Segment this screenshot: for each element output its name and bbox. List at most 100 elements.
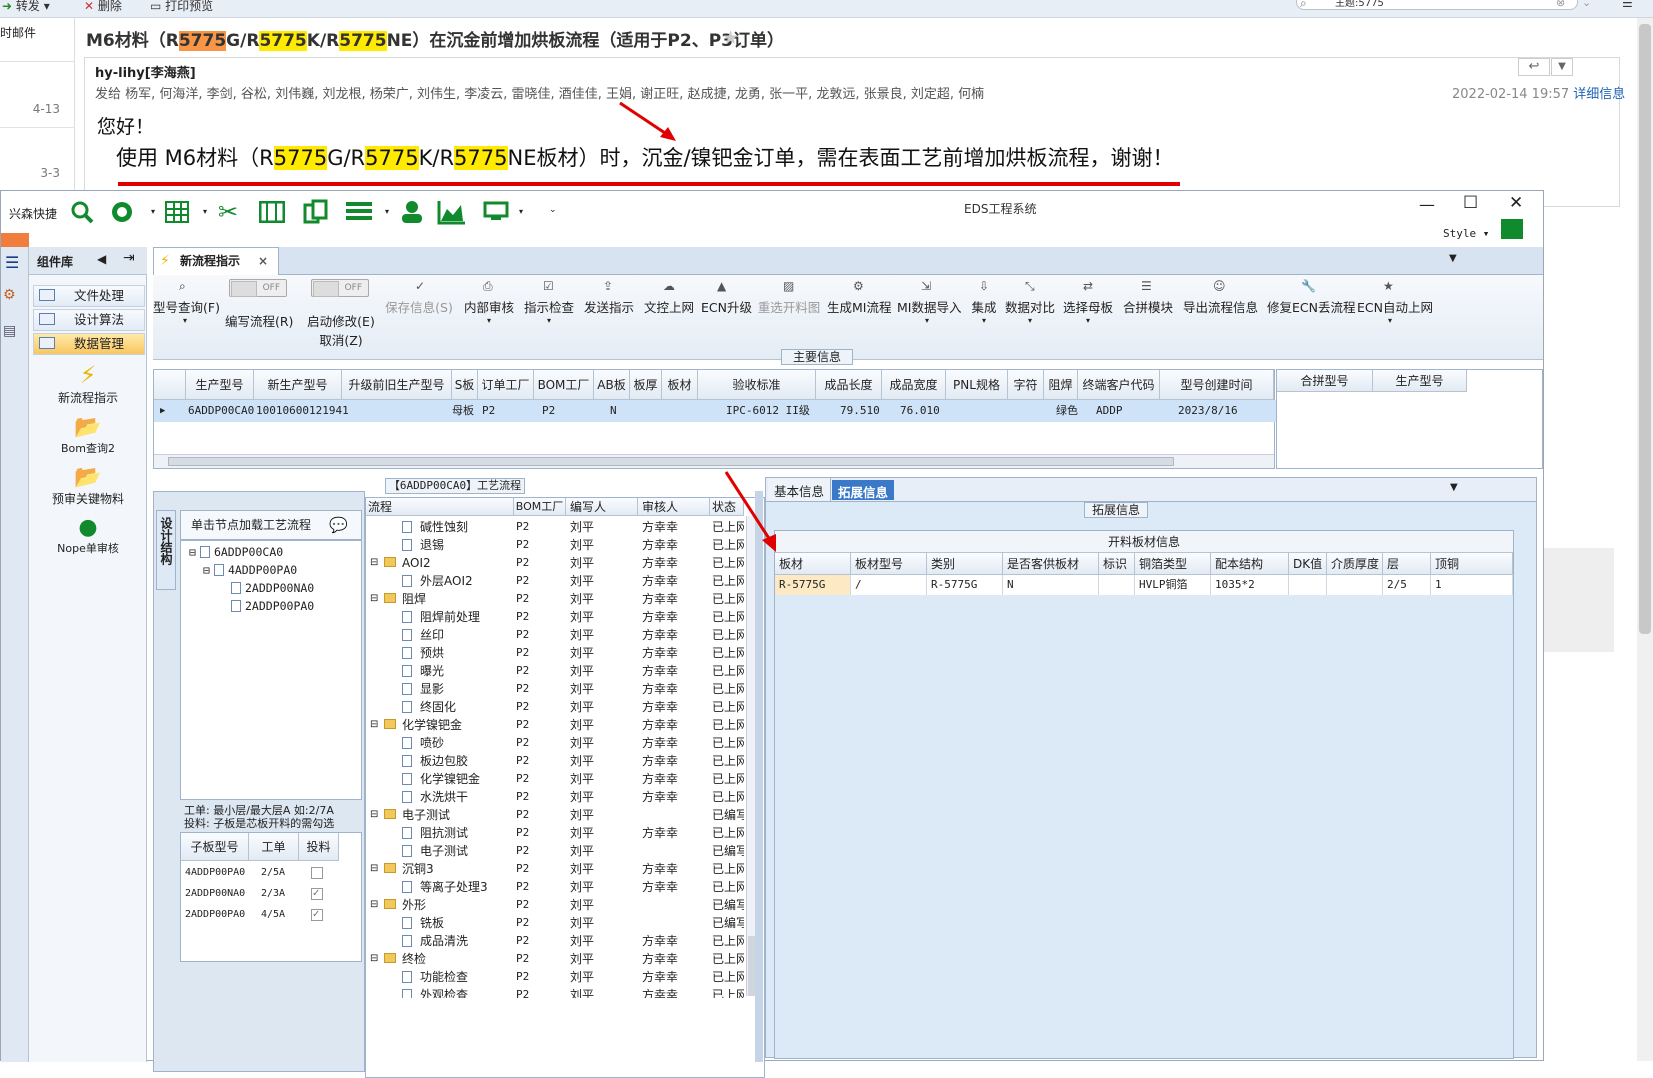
pin-icon[interactable]: ⇥ (123, 250, 135, 266)
table-row[interactable]: 外观检查 P2 刘平 方幸幸 已上网 (366, 986, 746, 998)
reselect-cut-diagram-button[interactable]: ▨ 重选开料图 (757, 279, 821, 316)
cell-solder-mask[interactable]: 绿色 (1054, 400, 1078, 422)
cell-model[interactable]: 2ADDP00PA0 (185, 909, 245, 920)
cell-model[interactable]: 4ADDP00PA0 (185, 867, 245, 878)
style-dropdown[interactable]: Style ▾ (1443, 227, 1489, 240)
cell-material-model[interactable]: / (851, 575, 927, 595)
table-row[interactable]: 曝光 P2 刘平 方幸幸 已上网 (366, 662, 746, 680)
col-header[interactable]: 是否客供板材 (1003, 553, 1099, 575)
tree-node[interactable]: 2ADDP00PA0 (231, 599, 314, 613)
col-header[interactable]: 流程 (366, 498, 514, 516)
feed-checkbox[interactable] (311, 867, 323, 879)
col-header[interactable]: 介质厚度 (1327, 553, 1383, 575)
collapse-icon[interactable]: ⊟ (370, 716, 378, 734)
cell-order[interactable]: 4/5A (261, 909, 285, 920)
forward-button[interactable]: ➜ 转发 ▾ (2, 0, 62, 18)
col-header[interactable]: 层 (1383, 553, 1431, 575)
cell-order-factory[interactable]: P2 (480, 400, 495, 422)
panel-dropdown-icon[interactable]: ▼ (1450, 482, 1458, 493)
col-header[interactable]: 成品长度 (816, 370, 882, 400)
ecn-auto-upload-button[interactable]: ★ ECN自动上网 ▾ (1357, 279, 1433, 325)
col-header[interactable]: 板厚 (630, 370, 662, 400)
table-row[interactable]: ⊟ 化学镍钯金 P2 刘平 方幸幸 已上网 (366, 716, 746, 734)
send-instruction-button[interactable]: ⇪ 发送指示 (583, 279, 635, 316)
col-header[interactable]: 工单 (249, 833, 299, 861)
reply-icon[interactable]: ↩ (1518, 58, 1550, 76)
cell-acceptance[interactable]: IPC-6012 II级 (724, 400, 810, 422)
search-dropdown-icon[interactable]: ⌄ (1582, 0, 1591, 9)
cell-order[interactable]: 2/5A (261, 867, 285, 878)
col-header[interactable]: 验收标准 (698, 370, 816, 400)
table-row[interactable]: 成品清洗 P2 刘平 方幸幸 已上网 (366, 932, 746, 950)
check-instruction-button[interactable]: ☑ 指示检查 ▾ (523, 279, 575, 325)
select-parent-board-button[interactable]: ⇄ 选择母板 ▾ (1063, 279, 1113, 325)
monitor-icon[interactable]: ▤ (3, 323, 16, 339)
feed-checkbox[interactable]: ✓ (311, 888, 323, 900)
table-row[interactable]: 退锡 P2 刘平 方幸幸 已上网 (366, 536, 746, 554)
feed-checkbox[interactable]: ✓ (311, 909, 323, 921)
internal-review-button[interactable]: ⎙ 内部审核 ▾ (463, 279, 515, 325)
col-header[interactable]: 订单工厂 (478, 370, 534, 400)
cell-order[interactable]: 2/3A (261, 888, 285, 899)
tree-node[interactable]: 2ADDP00NA0 (231, 581, 314, 595)
hamburger-icon[interactable]: ☰ (5, 253, 19, 272)
col-header[interactable]: 编写人 (566, 498, 638, 516)
cell-material[interactable]: R-5775G (775, 575, 851, 595)
col-header[interactable]: BOM工厂 (534, 370, 594, 400)
dropdown-icon[interactable]: ▾ (385, 207, 389, 216)
table-row[interactable]: 铣板 P2 刘平 已编写 (366, 914, 746, 932)
col-header[interactable]: 子板型号 (181, 833, 249, 861)
cell-model[interactable]: 2ADDP00NA0 (185, 888, 245, 899)
col-header[interactable]: DK值 (1289, 553, 1327, 575)
cell-model[interactable]: 6ADDP00CA0 (186, 400, 254, 422)
col-header[interactable]: 标识 (1099, 553, 1135, 575)
col-header[interactable]: 投料 (299, 833, 339, 861)
model-query-button[interactable]: ⌕ 型号查询(F) ▾ (153, 279, 220, 325)
grid-layout-icon[interactable] (1501, 219, 1523, 239)
table-row[interactable]: 碱性蚀刻 P2 刘平 方幸幸 已上网 (366, 518, 746, 536)
col-header[interactable]: 审核人 (638, 498, 710, 516)
col-header[interactable]: 阻焊 (1044, 370, 1078, 400)
col-header[interactable]: 板材 (662, 370, 698, 400)
col-header[interactable]: BOM工厂 (514, 498, 566, 516)
tree-node[interactable]: ⊟ 6ADDP00CA0 (189, 545, 283, 559)
cell-new-model[interactable]: 10010600121941 (254, 400, 349, 422)
col-header[interactable]: 铜箔类型 (1135, 553, 1211, 575)
tool-bom-query[interactable]: 📂 Bom查询2 (29, 415, 147, 456)
clear-search-icon[interactable]: ⊗ (1556, 0, 1565, 9)
mail-scrollbar-thumb[interactable] (1639, 24, 1651, 634)
generate-mi-button[interactable]: ⚙ 生成MI流程 (827, 279, 891, 316)
table-row[interactable]: 丝印 P2 刘平 方幸幸 已上网 (366, 626, 746, 644)
monitor-icon[interactable] (483, 201, 509, 221)
maximize-icon[interactable]: ☐ (1463, 193, 1478, 213)
collapse-icon[interactable]: ⊟ (370, 950, 378, 968)
user-icon[interactable] (400, 199, 424, 225)
col-header[interactable]: 型号创建时间 (1160, 370, 1274, 400)
cell-ab-board[interactable]: N (608, 400, 617, 422)
tool-nope-review[interactable]: ● Nope单审核 (29, 515, 147, 556)
col-header[interactable]: 终端客户代码 (1078, 370, 1160, 400)
cancel-label[interactable]: 取消(Z) (305, 330, 377, 349)
table-row[interactable]: 化学镍钯金 P2 刘平 方幸幸 已上网 (366, 770, 746, 788)
table-row[interactable]: 喷砂 P2 刘平 方幸幸 已上网 (366, 734, 746, 752)
table-row[interactable]: 阻抗测试 P2 刘平 方幸幸 已上网 (366, 824, 746, 842)
table-row[interactable]: 功能检查 P2 刘平 方幸幸 已上网 (366, 968, 746, 986)
globe-icon[interactable] (109, 199, 137, 225)
table-row[interactable]: ⊟ 沉铜3 P2 刘平 方幸幸 已上网 (366, 860, 746, 878)
close-icon[interactable]: ✕ (1509, 193, 1523, 213)
cell-mark[interactable] (1099, 575, 1135, 595)
col-header[interactable]: 生产型号 (186, 370, 254, 400)
dropdown-icon[interactable]: ▾ (519, 207, 523, 216)
repair-ecn-button[interactable]: 🔧 修复ECN丢流程 (1267, 279, 1355, 316)
merge-module-button[interactable]: ☰ 合拼模块 (1123, 279, 1173, 316)
col-header[interactable]: 字符 (1008, 370, 1044, 400)
cell-structure[interactable]: 1035*2 (1211, 575, 1289, 595)
cell-length[interactable]: 79.510 (838, 400, 880, 422)
chevron-left-icon[interactable]: ◀ (97, 252, 106, 266)
splitter[interactable] (755, 491, 763, 1062)
table-row[interactable]: ⊟ 终检 P2 刘平 方幸幸 已上网 (366, 950, 746, 968)
table-icon[interactable] (165, 201, 189, 223)
cell-width[interactable]: 76.010 (898, 400, 940, 422)
col-header[interactable]: 板材型号 (851, 553, 927, 575)
table-row[interactable]: 等离子处理3 P2 刘平 方幸幸 已上网 (366, 878, 746, 896)
